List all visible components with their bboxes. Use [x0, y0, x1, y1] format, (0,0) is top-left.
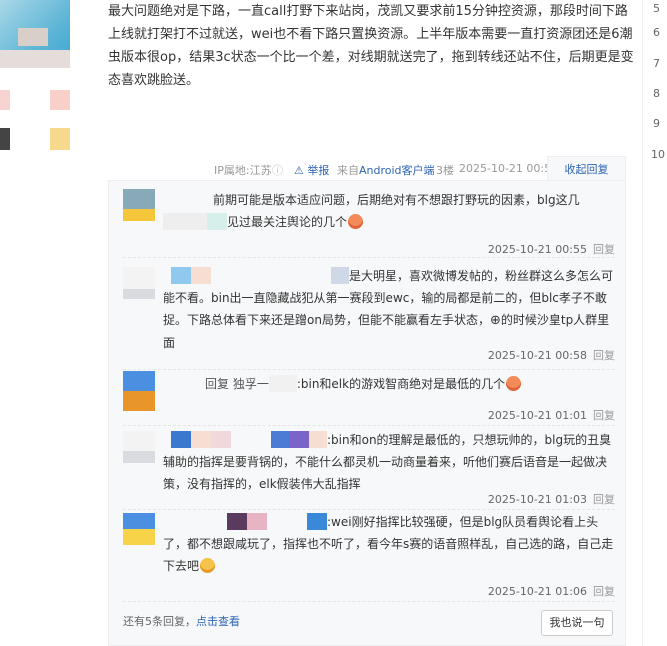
link-icon: ⊕: [489, 313, 501, 328]
page-number[interactable]: 9: [653, 117, 660, 130]
page-number[interactable]: 6: [653, 26, 660, 39]
page-number-column: 5 6 7 8 9 10: [642, 0, 667, 646]
collapse-replies-button[interactable]: 收起回复: [547, 156, 626, 182]
user-badge: [0, 128, 10, 150]
reply-list: 前期可能是版本适应问题，后期绝对有不想跟打野玩的因素，blg这几 见过最关注舆论…: [108, 180, 626, 646]
page-number[interactable]: 8: [653, 87, 660, 100]
reply-text: :bin和on的理解是最低的，只想玩帅的，blg玩的丑臭辅助的指挥是要背锅的，不…: [163, 431, 612, 491]
warning-icon: ⚠: [294, 164, 304, 177]
reply-text: 是大明星，喜欢微博发帖的，粉丝群这么多怎么可能不看。bin出一直隐藏战犯从第一赛…: [163, 267, 614, 350]
add-comment-button[interactable]: 我也说一句: [541, 610, 613, 636]
emoji-icon: [506, 376, 522, 391]
avatar[interactable]: [123, 267, 155, 299]
reply-time: 2025-10-21 01:06: [487, 585, 587, 598]
user-badge: [50, 90, 70, 110]
page-number[interactable]: 10: [651, 148, 665, 161]
reply-meta: 2025-10-21 01:03 回复: [488, 491, 615, 507]
reply-button[interactable]: 回复: [593, 585, 615, 598]
user-badge: [0, 90, 10, 110]
list-item: :bin和on的理解是最低的，只想玩帅的，blg玩的丑臭辅助的指挥是要背锅的，不…: [123, 425, 615, 510]
reply-meta: 2025-10-21 01:01 回复: [488, 407, 615, 423]
ip-location: IP属地:江苏: [214, 164, 272, 177]
emoji-icon: [348, 214, 364, 229]
reply-button[interactable]: 回复: [593, 409, 615, 422]
source-client-link[interactable]: Android客户端: [359, 164, 435, 177]
reply-meta: 2025-10-21 00:55 回复: [488, 241, 615, 257]
list-item: 回复 独孚一:bin和elk的游戏智商绝对是最低的几个 2025-10-21 0…: [123, 369, 615, 426]
reply-time: 2025-10-21 00:55: [487, 243, 587, 256]
reply-text: 回复 独孚一:bin和elk的游戏智商绝对是最低的几个: [163, 373, 615, 395]
report-link[interactable]: ⚠ 举报: [294, 162, 329, 178]
avatar[interactable]: [123, 431, 155, 463]
reply-button[interactable]: 回复: [593, 493, 615, 506]
list-item: 前期可能是版本适应问题，后期绝对有不想跟打野玩的因素，blg这几 见过最关注舆论…: [123, 181, 615, 258]
view-more-link[interactable]: 点击查看: [196, 615, 240, 628]
post-time: 2025-10-21 00:51: [459, 162, 559, 175]
list-item: :wei刚好指挥比较强硬，但是blg队员看舆论看上头了，都不想跟咸玩了，指挥也不…: [123, 509, 615, 602]
post-content: 最大问题绝对是下路，一直call打野下来站岗，茂凯又要求前15分钟控资源，那段时…: [108, 4, 634, 88]
avatar[interactable]: [123, 371, 155, 411]
more-replies-count: 还有5条回复，: [123, 615, 196, 628]
user-avatar[interactable]: [0, 0, 70, 68]
list-item: 是大明星，喜欢微博发帖的，粉丝群这么多怎么可能不看。bin出一直隐藏战犯从第一赛…: [123, 257, 615, 370]
reply-text: :wei刚好指挥比较强硬，但是blg队员看舆论看上头了，都不想跟咸玩了，指挥也不…: [163, 513, 614, 573]
reply-meta: 2025-10-21 00:58 回复: [488, 347, 615, 363]
more-replies: 还有5条回复，点击查看: [123, 613, 240, 629]
help-icon[interactable]: ⓘ: [272, 162, 283, 178]
avatar[interactable]: [123, 513, 155, 545]
reply-meta: 2025-10-21 01:06 回复: [488, 583, 615, 599]
emoji-icon: [200, 558, 216, 573]
report-label: 举报: [307, 164, 330, 177]
reply-time: 2025-10-21 01:01: [487, 409, 587, 422]
floor-number: 3楼: [436, 164, 454, 177]
user-badge: [50, 128, 70, 150]
reply-button[interactable]: 回复: [593, 349, 615, 362]
avatar[interactable]: [123, 189, 155, 221]
reply-time: 2025-10-21 01:03: [487, 493, 587, 506]
left-avatar-column: [0, 0, 92, 646]
page-number[interactable]: 7: [653, 57, 660, 70]
reply-text: 前期可能是版本适应问题，后期绝对有不想跟打野玩的因素，blg这几 见过最关注舆论…: [163, 189, 615, 233]
reply-button[interactable]: 回复: [593, 243, 615, 256]
reply-time: 2025-10-21 00:58: [487, 349, 587, 362]
source-label: 来自Android客户端: [337, 164, 435, 177]
page-number[interactable]: 5: [653, 2, 660, 15]
